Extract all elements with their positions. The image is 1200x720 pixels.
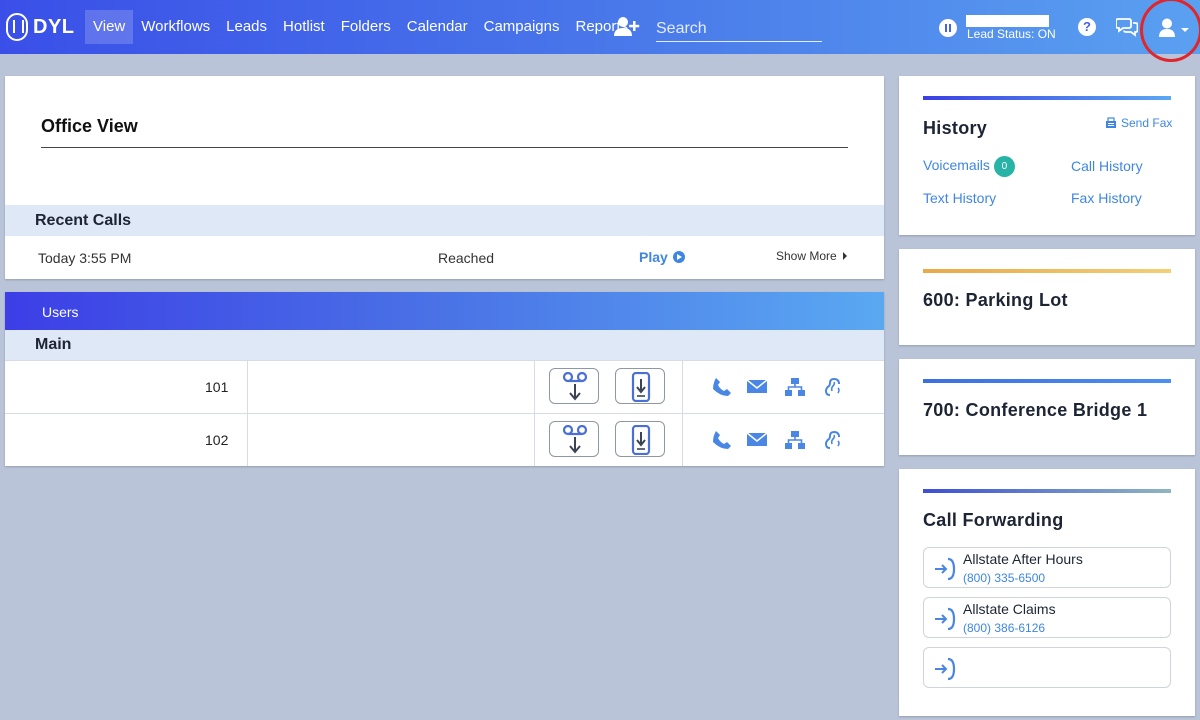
send-fax-button[interactable]: Send Fax: [1105, 116, 1172, 130]
history-title: History: [923, 118, 988, 138]
column-divider: [247, 414, 248, 466]
voicemails-link[interactable]: Voicemails 0: [923, 156, 1015, 177]
nav-calendar[interactable]: Calendar: [399, 10, 476, 44]
nav-view[interactable]: View: [85, 10, 134, 44]
office-view-card: Office View Recent Calls Today 3:55 PM R…: [5, 76, 884, 279]
page-title: Office View: [41, 116, 138, 136]
nav-folders[interactable]: Folders: [333, 10, 399, 44]
top-nav-bar: DYL View Workflows Leads Hotlist Folders…: [0, 0, 1200, 62]
listen-ear-icon[interactable]: [823, 377, 843, 397]
help-icon[interactable]: ?: [1078, 18, 1096, 36]
table-row: 101: [5, 360, 884, 413]
search-field: [656, 18, 822, 42]
show-more-button[interactable]: Show More: [776, 249, 847, 263]
caret-right-icon: [842, 252, 847, 260]
accent-bar: [923, 379, 1171, 383]
users-card: Users Main 101 102: [5, 292, 884, 466]
transfer-org-icon[interactable]: [785, 430, 805, 450]
user-extension: 101: [205, 379, 229, 395]
voicemails-label: Voicemails: [923, 157, 990, 174]
envelope-icon[interactable]: [746, 377, 768, 395]
user-avatar-icon: [1159, 18, 1189, 37]
nav-workflows[interactable]: Workflows: [133, 10, 218, 44]
phone-icon[interactable]: [712, 377, 732, 397]
forwarding-number: (800) 386-6126: [963, 621, 1046, 635]
add-user-icon[interactable]: [614, 16, 640, 38]
play-icon: [672, 251, 685, 263]
users-title: Users: [42, 304, 79, 320]
forwarding-item[interactable]: [923, 647, 1171, 688]
forwarding-name: Allstate After Hours: [963, 551, 1083, 567]
forward-arrow-icon: [935, 607, 956, 631]
column-divider: [534, 361, 535, 413]
accent-bar: [923, 96, 1171, 100]
column-divider: [534, 414, 535, 466]
forwarding-item[interactable]: Allstate Claims (800) 386-6126: [923, 597, 1171, 638]
play-recording-button[interactable]: Play: [639, 249, 685, 265]
parking-lot-title: 600: Parking Lot: [923, 290, 1068, 310]
table-row: 102: [5, 413, 884, 466]
user-name-redacted: [966, 15, 1049, 27]
recent-calls-title: Recent Calls: [35, 212, 132, 229]
column-divider: [247, 361, 248, 413]
conference-bridge-title: 700: Conference Bridge 1: [923, 400, 1148, 420]
phone-logo-icon: [6, 13, 28, 41]
users-header: Users: [5, 292, 884, 330]
envelope-icon[interactable]: [746, 430, 768, 448]
forward-arrow-icon: [935, 557, 956, 581]
phone-icon[interactable]: [712, 430, 732, 450]
fax-history-link[interactable]: Fax History: [1071, 190, 1142, 206]
text-history-link[interactable]: Text History: [923, 190, 996, 206]
history-card: History Send Fax Voicemails 0 Call Histor…: [899, 76, 1195, 235]
nav-hotlist[interactable]: Hotlist: [275, 10, 333, 44]
nav-campaigns[interactable]: Campaigns: [476, 10, 568, 44]
column-divider: [682, 414, 683, 466]
forward-arrow-icon: [935, 657, 956, 681]
call-forwarding-card: Call Forwarding Allstate After Hours (80…: [899, 469, 1195, 716]
profile-menu-button[interactable]: [1140, 0, 1200, 62]
mobile-download-button[interactable]: [615, 421, 665, 457]
lead-status-text: Lead Status: ON: [967, 27, 1056, 41]
send-fax-label: Send Fax: [1121, 116, 1173, 130]
recent-calls-header: Recent Calls: [5, 205, 884, 236]
listen-ear-icon[interactable]: [823, 430, 843, 450]
column-divider: [682, 361, 683, 413]
forwarding-item[interactable]: Allstate After Hours (800) 335-6500: [923, 547, 1171, 588]
accent-bar: [923, 269, 1171, 273]
mobile-download-button[interactable]: [615, 368, 665, 404]
accent-bar: [923, 489, 1171, 493]
dyl-logo[interactable]: DYL: [6, 12, 75, 42]
mobile-download-icon: [631, 425, 651, 455]
user-group-title: Main: [35, 336, 72, 353]
voicemail-drop-button[interactable]: [549, 421, 599, 457]
conference-bridge-card[interactable]: 700: Conference Bridge 1: [899, 359, 1195, 455]
fax-icon: [1106, 117, 1116, 128]
user-extension: 102: [205, 432, 229, 448]
call-forwarding-title: Call Forwarding: [923, 510, 1064, 530]
search-input[interactable]: [656, 18, 822, 40]
voicemail-count-badge: 0: [993, 156, 1015, 177]
recent-call-status: Reached: [438, 250, 495, 266]
mobile-download-icon: [631, 372, 651, 402]
voicemail-drop-button[interactable]: [549, 368, 599, 404]
main-nav: View Workflows Leads Hotlist Folders Cal…: [85, 10, 636, 44]
forwarding-name: Allstate Claims: [963, 601, 1056, 617]
pause-icon[interactable]: [939, 19, 957, 37]
voicemail-download-icon: [562, 425, 588, 454]
forwarding-number: (800) 335-6500: [963, 571, 1046, 585]
title-divider: [41, 147, 848, 148]
show-more-label: Show More: [776, 249, 837, 263]
logo-text: DYL: [33, 15, 75, 38]
call-history-link[interactable]: Call History: [1071, 158, 1143, 174]
nav-leads[interactable]: Leads: [218, 10, 275, 44]
transfer-org-icon[interactable]: [785, 377, 805, 397]
chat-icon[interactable]: [1115, 17, 1139, 37]
recent-call-time: Today 3:55 PM: [38, 250, 132, 266]
voicemail-download-icon: [562, 372, 588, 401]
parking-lot-card[interactable]: 600: Parking Lot: [899, 249, 1195, 345]
user-group-header: Main: [5, 330, 884, 360]
play-label: Play: [639, 249, 668, 265]
